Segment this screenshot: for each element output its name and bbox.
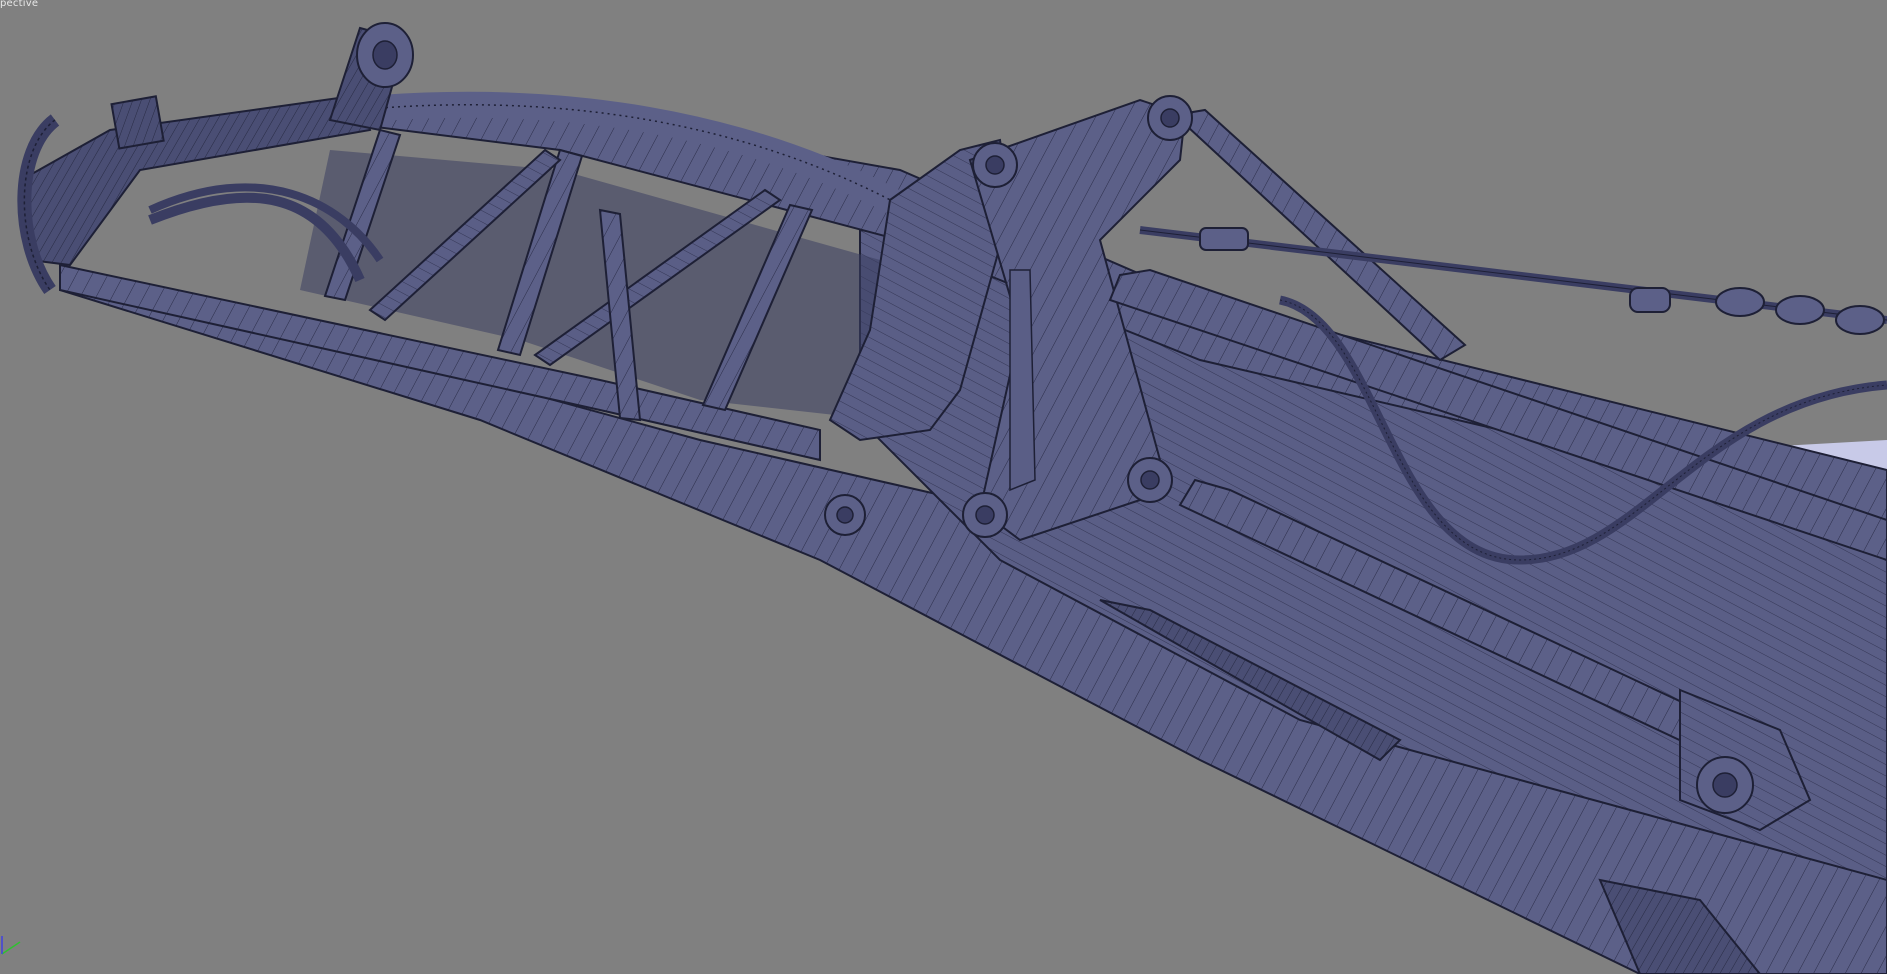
tip-bracket: [110, 95, 165, 150]
crane-boom-wireframe-model[interactable]: [0, 0, 1887, 974]
axis-tripod-icon: [1, 936, 21, 955]
viewport-label[interactable]: pective: [0, 0, 38, 9]
perspective-viewport[interactable]: pective: [0, 0, 1887, 974]
